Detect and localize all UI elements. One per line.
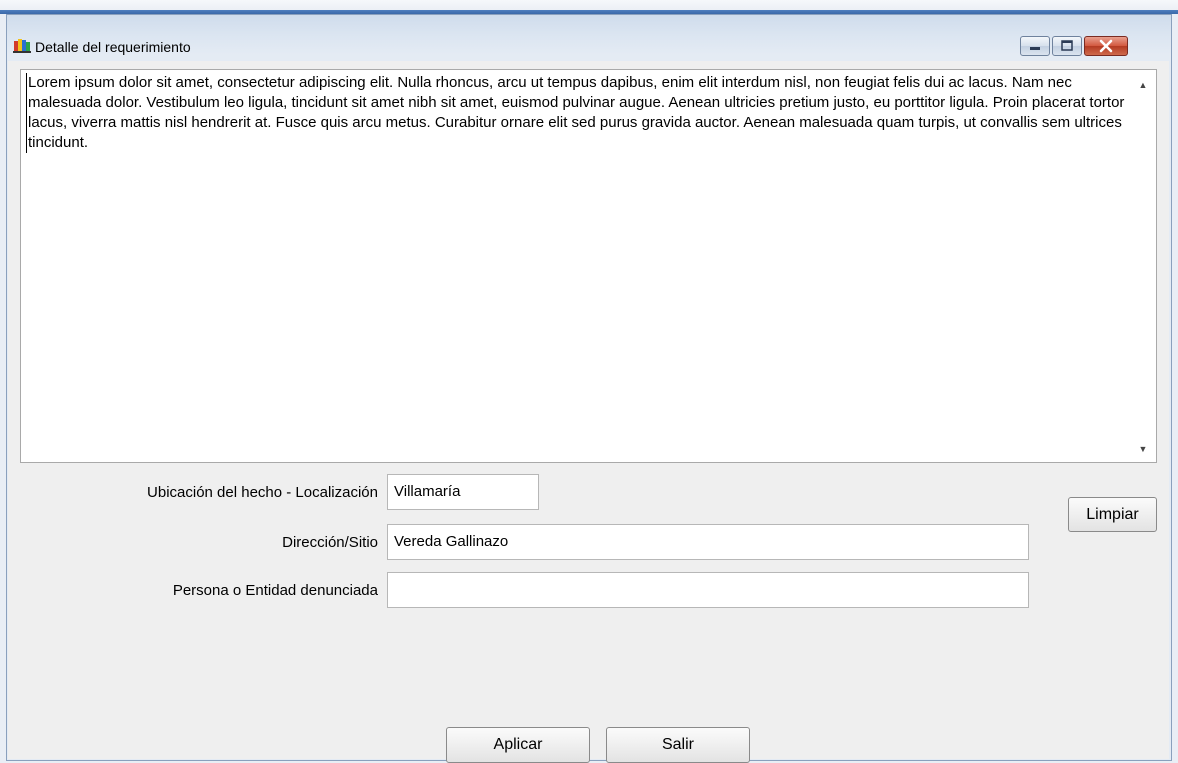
persona-label: Persona o Entidad denunciada [172,582,378,599]
ubicacion-field[interactable]: Villamaría [387,474,539,510]
ubicacion-label: Ubicación del hecho - Localización [147,484,378,501]
window-title: Detalle del requerimiento [35,39,191,55]
close-icon [1099,39,1113,53]
description-text[interactable]: Lorem ipsum dolor sit amet, consectetur … [26,73,1133,153]
direccion-field[interactable]: Vereda Gallinazo [387,524,1029,560]
direccion-label: Dirección/Sitio [282,534,378,551]
description-textarea[interactable]: Lorem ipsum dolor sit amet, consectetur … [20,69,1157,463]
scroll-down-icon[interactable]: ▼ [1136,442,1150,456]
minimize-icon [1030,47,1040,50]
aplicar-button[interactable]: Aplicar [446,727,590,763]
close-button[interactable] [1084,36,1128,56]
persona-field[interactable] [387,572,1029,608]
title-bar[interactable]: Detalle del requerimiento [7,15,1171,61]
scroll-up-icon[interactable]: ▲ [1136,78,1150,92]
minimize-button[interactable] [1020,36,1050,56]
maximize-icon [1061,40,1073,51]
salir-button[interactable]: Salir [606,727,750,763]
limpiar-button[interactable]: Limpiar [1068,497,1157,532]
dialog-window: Detalle del requerimiento Lorem ipsum do… [6,14,1172,763]
maximize-button[interactable] [1052,36,1082,56]
background-window-strip [0,0,1178,14]
dialog-content: Lorem ipsum dolor sit amet, consectetur … [8,61,1169,763]
app-icon [13,39,31,53]
